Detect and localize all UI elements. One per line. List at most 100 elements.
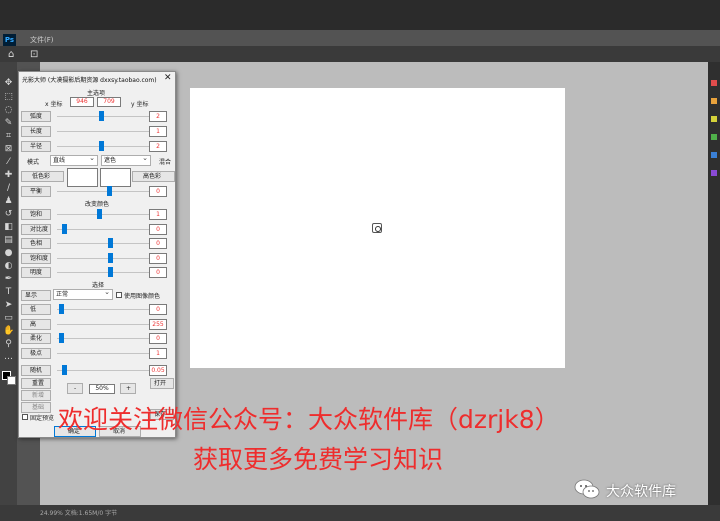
color-slider-2-thumb[interactable]: [108, 238, 114, 248]
high-color-button[interactable]: 高色彩: [132, 171, 175, 182]
select-slider-3-value[interactable]: 1: [149, 347, 167, 359]
main-slider-2-value[interactable]: 2: [149, 141, 167, 152]
path-select-icon[interactable]: ➤: [3, 300, 14, 311]
mode-label: 模式: [27, 159, 40, 166]
section-select: 选择: [92, 282, 105, 289]
select-slider-2-thumb[interactable]: [58, 333, 64, 343]
section-change-color: 改变颜色: [85, 201, 110, 208]
color-slider-1-track[interactable]: [57, 228, 161, 230]
panel-swatch-green[interactable]: [711, 134, 717, 140]
select-slider-1-track[interactable]: [57, 323, 161, 325]
type-tool-icon[interactable]: T: [3, 287, 14, 298]
panel-swatch-yellow[interactable]: [711, 116, 717, 122]
blur-tool-icon[interactable]: ●: [3, 248, 14, 259]
zoom-out-button[interactable]: -: [67, 383, 83, 394]
color-mode-select[interactable]: 遮色: [101, 154, 151, 166]
select-slider-0-thumb[interactable]: [58, 304, 64, 314]
lasso-tool-icon[interactable]: ◌: [3, 105, 14, 116]
zoom-level[interactable]: 50%: [89, 384, 115, 394]
more-tools-icon[interactable]: …: [3, 352, 14, 363]
main-slider-2-thumb[interactable]: [98, 141, 104, 151]
panel-swatch-purple[interactable]: [711, 170, 717, 176]
marquee-tool-icon[interactable]: ⬚: [3, 92, 14, 103]
select-slider-0-label: 低: [21, 304, 51, 315]
random-slider-thumb[interactable]: [61, 365, 67, 375]
balance-slider-thumb[interactable]: [106, 186, 112, 196]
blend-button[interactable]: 混合: [159, 157, 171, 166]
select-slider-2-label: 柔化: [21, 333, 51, 344]
crop-icon[interactable]: ⌗: [3, 131, 14, 142]
status-text: 24.99% 文档:1.65M/0 字节: [40, 510, 118, 517]
menu-file[interactable]: 文件(F): [30, 35, 54, 45]
light-master-dialog[interactable]: 光影大师 (大漠摄影后期资源 dxxsy.taobao.com) ✕ 主选项 x…: [18, 71, 176, 438]
random-slider-value[interactable]: 0.05: [149, 365, 167, 376]
color-slider-3-thumb[interactable]: [108, 252, 114, 263]
brush-tool-icon[interactable]: ∕: [3, 183, 14, 194]
color-slider-0-thumb[interactable]: [96, 209, 102, 219]
color-slider-1-label: 对比度: [21, 223, 51, 235]
color-slider-0-track[interactable]: [57, 214, 161, 215]
low-color-button[interactable]: 低色彩: [21, 171, 64, 182]
pen-tool-icon[interactable]: ✒: [3, 274, 14, 285]
mode-select[interactable]: 直线: [50, 154, 98, 166]
color-slider-0-value[interactable]: 1: [149, 209, 167, 220]
balance-slider-value[interactable]: 0: [149, 186, 167, 197]
display-select[interactable]: 正常: [53, 288, 113, 300]
history-brush-icon[interactable]: ↺: [3, 209, 14, 220]
main-slider-0-value[interactable]: 2: [149, 111, 167, 122]
x-coordinate-label: x 坐标: [45, 101, 63, 108]
quick-select-icon[interactable]: ✎: [3, 118, 14, 129]
select-slider-2-track[interactable]: [57, 338, 161, 339]
low-color-swatch[interactable]: [67, 168, 98, 187]
color-slider-1-value[interactable]: 0: [149, 223, 167, 235]
y-coordinate-input[interactable]: 709: [97, 97, 121, 107]
main-slider-1-value[interactable]: 1: [149, 126, 167, 137]
panel-swatch-blue[interactable]: [711, 152, 717, 158]
move-tool-icon[interactable]: ✥: [3, 78, 14, 89]
select-slider-1-value[interactable]: 255: [149, 318, 167, 330]
color-slider-1-thumb[interactable]: [61, 223, 67, 234]
home-icon[interactable]: ⌂: [8, 49, 14, 60]
base-button[interactable]: 基础: [21, 402, 51, 413]
shape-tool-icon[interactable]: ▭: [3, 313, 14, 324]
use-image-color-checkbox[interactable]: [116, 292, 122, 298]
crop-tool-icon[interactable]: ⊡: [30, 49, 38, 60]
select-slider-2-value[interactable]: 0: [149, 333, 167, 344]
color-slider-2-value[interactable]: 0: [149, 238, 167, 249]
color-slider-4-value[interactable]: 0: [149, 267, 167, 278]
open-button[interactable]: 打开: [150, 378, 174, 389]
fixed-preview-checkbox[interactable]: [22, 414, 28, 420]
eyedropper-icon[interactable]: ⁄: [3, 157, 14, 168]
x-coordinate-input[interactable]: 946: [70, 97, 94, 107]
random-slider-track[interactable]: [57, 370, 161, 371]
zoom-in-button[interactable]: +: [120, 383, 136, 394]
hand-tool-icon[interactable]: ✋: [3, 326, 14, 337]
panel-swatch-orange[interactable]: [711, 98, 717, 104]
panel-swatch-red[interactable]: [711, 80, 717, 86]
crosshair-icon: [372, 223, 382, 233]
main-slider-2-track[interactable]: [57, 146, 161, 147]
color-slider-4-thumb[interactable]: [108, 267, 114, 277]
dodge-tool-icon[interactable]: ◐: [3, 261, 14, 272]
reset-button[interactable]: 重置: [21, 378, 51, 389]
stamp-tool-icon[interactable]: ♟: [3, 196, 14, 207]
display-label: 显示: [21, 290, 51, 301]
close-icon[interactable]: ✕: [164, 73, 172, 83]
wechat-logo-icon: [574, 479, 600, 499]
high-color-swatch[interactable]: [100, 168, 131, 187]
frame-tool-icon[interactable]: ⊠: [3, 144, 14, 155]
healing-brush-icon[interactable]: ✚: [3, 170, 14, 181]
background-color[interactable]: [7, 376, 16, 385]
color-slider-3-value[interactable]: 0: [149, 252, 167, 264]
color-swatches[interactable]: [2, 371, 16, 385]
main-slider-1-track[interactable]: [57, 131, 161, 132]
gradient-icon[interactable]: ▤: [3, 235, 14, 246]
select-slider-0-value[interactable]: 0: [149, 304, 167, 315]
eraser-icon[interactable]: ◧: [3, 222, 14, 233]
new-button[interactable]: 新增: [21, 390, 51, 401]
main-slider-0-track[interactable]: [57, 116, 161, 117]
select-slider-3-track[interactable]: [57, 352, 161, 354]
zoom-tool-icon[interactable]: ⚲: [3, 339, 14, 350]
main-slider-0-thumb[interactable]: [98, 111, 104, 121]
select-slider-0-track[interactable]: [57, 309, 161, 310]
